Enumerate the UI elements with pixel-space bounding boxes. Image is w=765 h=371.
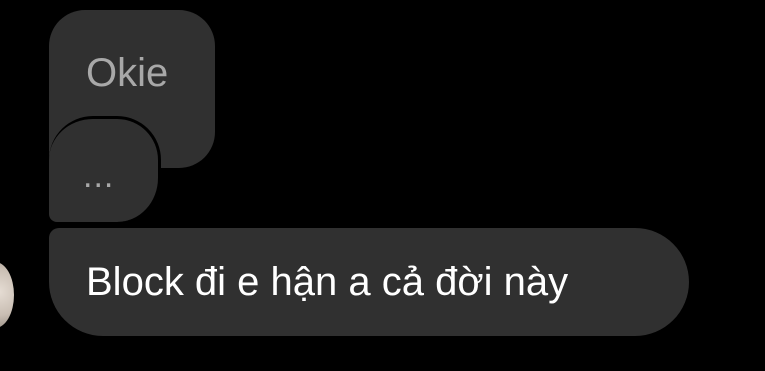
message-text: ... — [83, 157, 115, 195]
message-text: Okie — [86, 51, 169, 95]
sender-avatar[interactable] — [0, 262, 14, 328]
message-bubble-ellipsis[interactable]: ... — [49, 116, 161, 222]
message-text: Block đi e hận a cả đời này — [86, 260, 569, 304]
message-bubble-block[interactable]: Block đi e hận a cả đời này — [49, 228, 689, 336]
chat-view: Okie ... Block đi e hận a cả đời này — [0, 0, 765, 371]
